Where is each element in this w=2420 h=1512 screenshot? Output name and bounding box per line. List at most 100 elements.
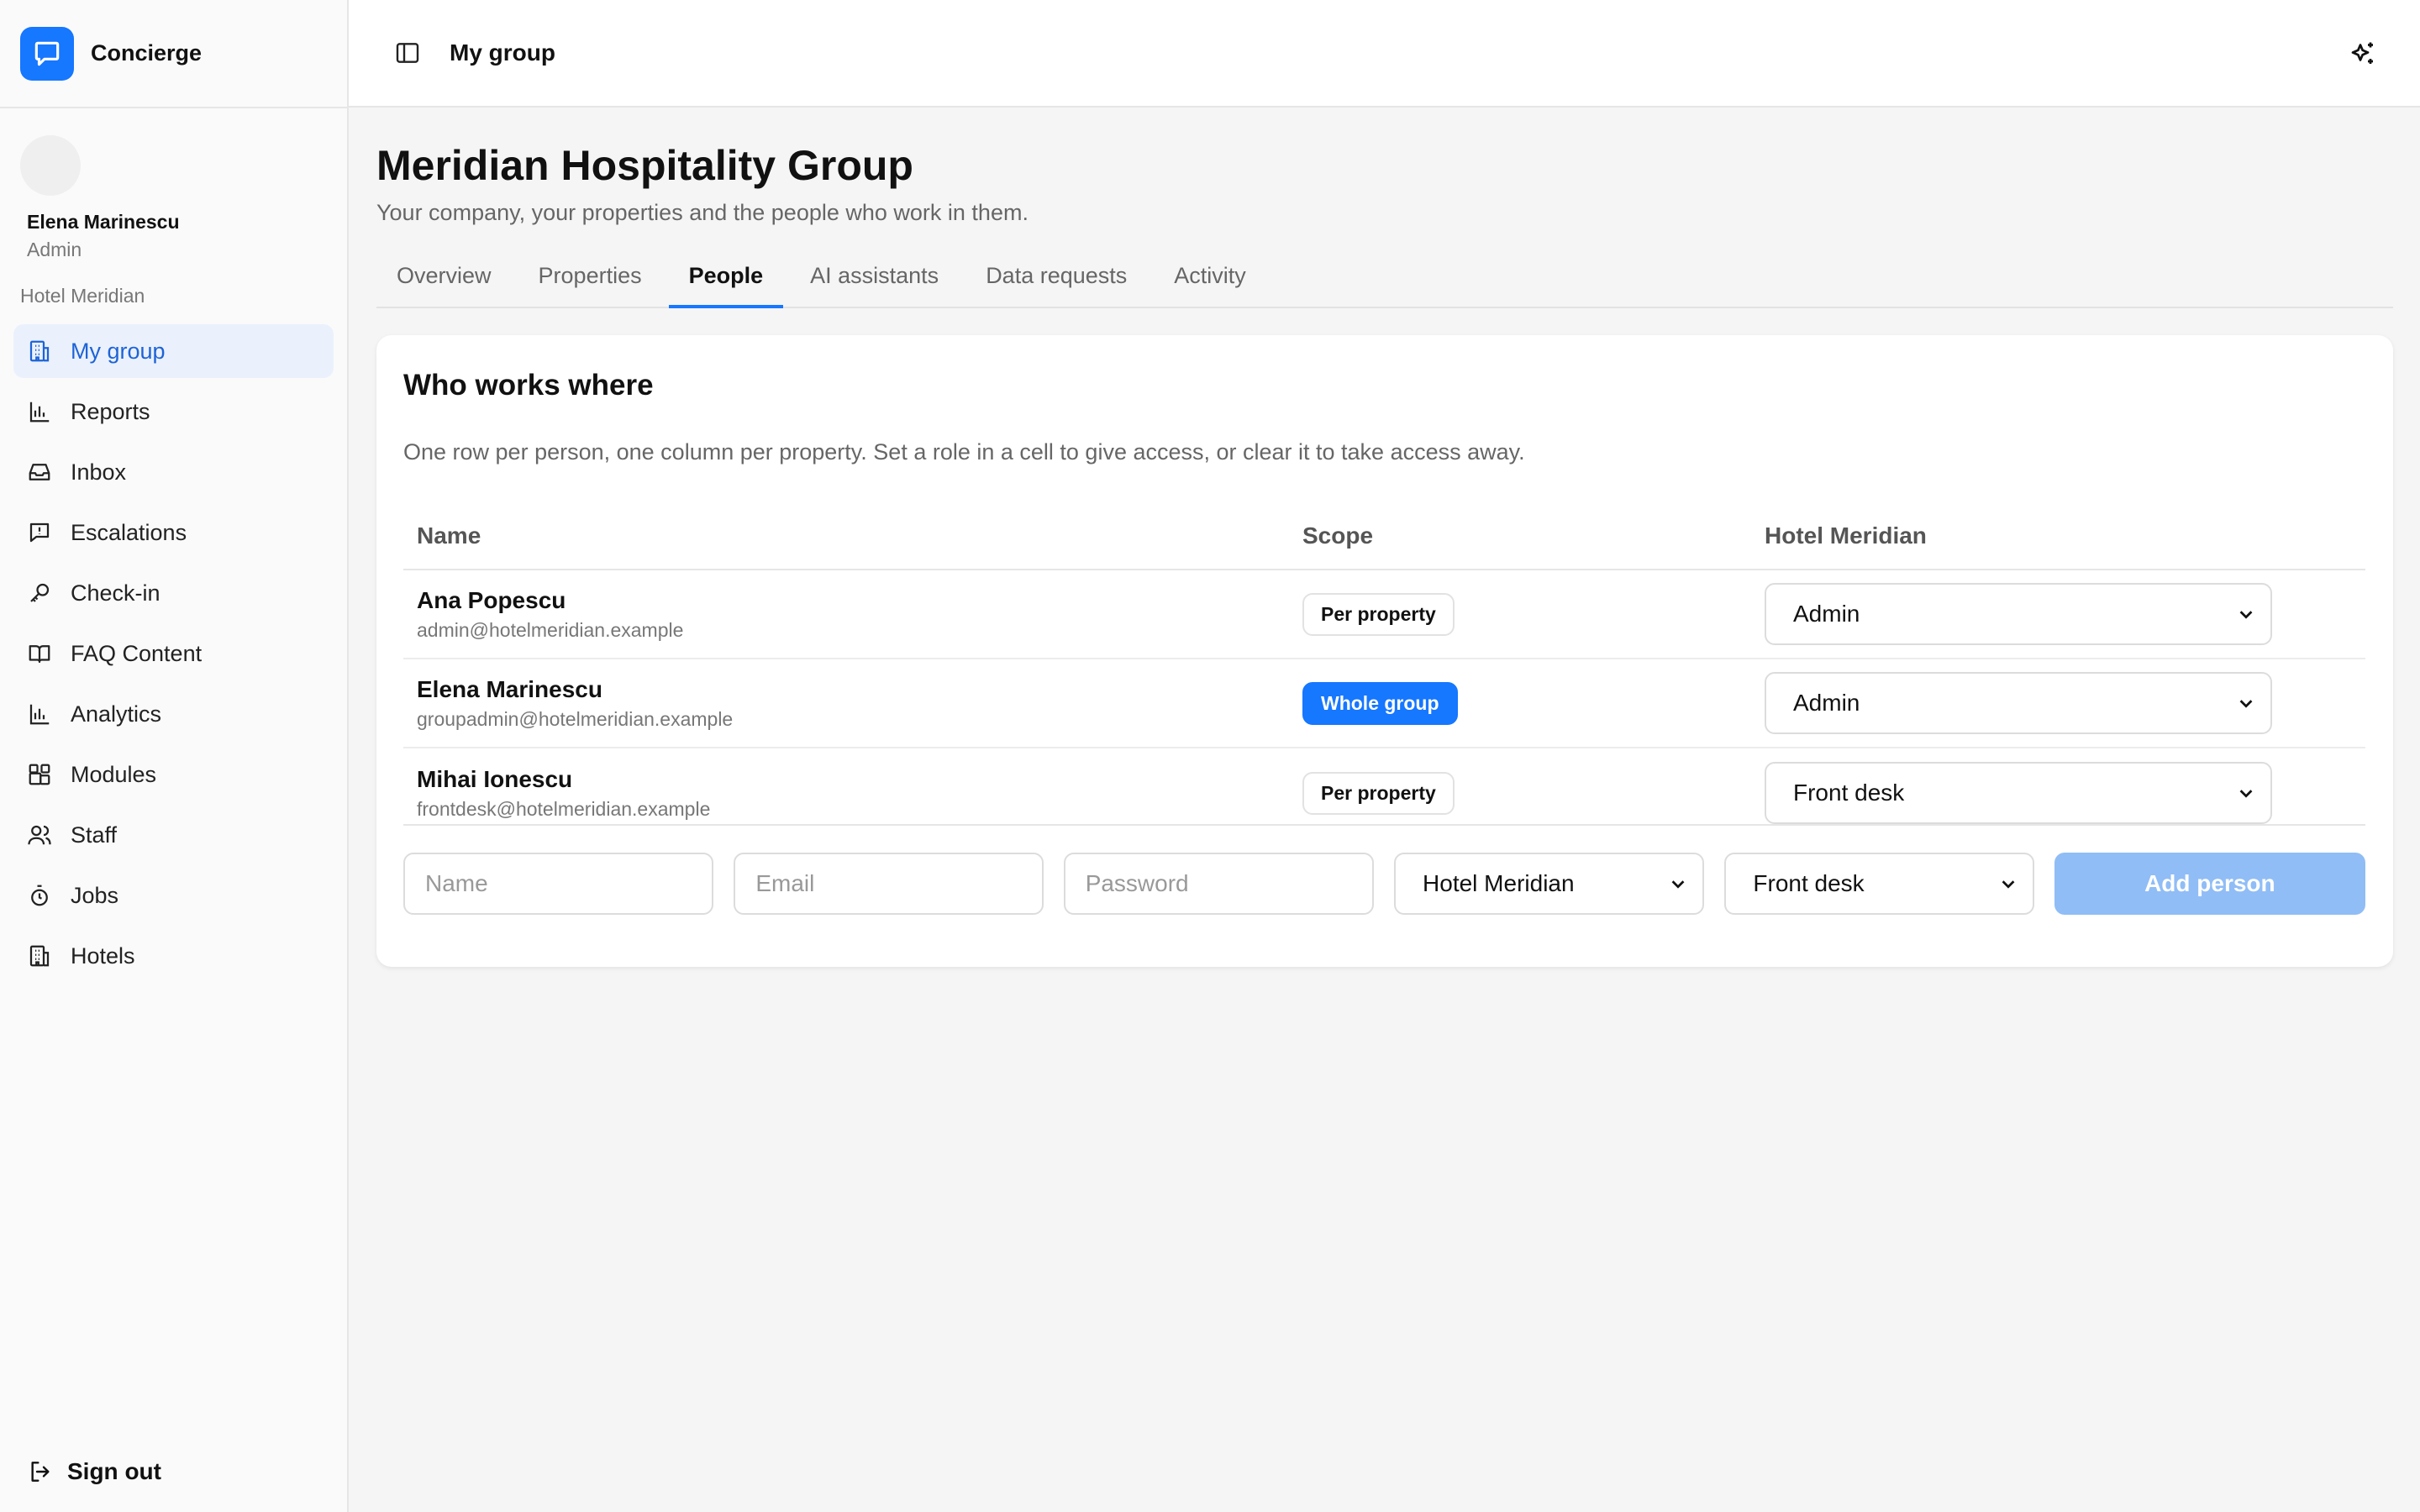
grid-plus-icon bbox=[27, 762, 52, 787]
password-input[interactable] bbox=[1085, 870, 1353, 897]
sidebar: Concierge Elena Marinescu Admin Hotel Me… bbox=[0, 0, 349, 1512]
sidebar-item-label: Inbox bbox=[71, 459, 127, 485]
inbox-icon bbox=[27, 459, 52, 485]
person-email: admin@hotelmeridian.example bbox=[417, 618, 684, 641]
alert-message-icon bbox=[27, 520, 52, 545]
key-icon bbox=[27, 580, 52, 606]
add-person-button[interactable]: Add person bbox=[2054, 853, 2365, 915]
chevron-down-icon bbox=[1672, 880, 1685, 889]
chevron-down-icon bbox=[2239, 611, 2253, 619]
sparkles-icon[interactable] bbox=[2348, 39, 2378, 69]
role-select[interactable]: Front desk bbox=[1724, 853, 2034, 915]
role-select-value: Front desk bbox=[1753, 870, 1865, 896]
sidebar-item-inbox[interactable]: Inbox bbox=[13, 445, 334, 499]
user-block: Elena Marinescu Admin Hotel Meridian bbox=[0, 108, 347, 307]
scope-cell: Per property bbox=[1302, 592, 1765, 636]
main-content: Meridian Hospitality Group Your company,… bbox=[376, 108, 2393, 967]
email-input[interactable] bbox=[755, 870, 1022, 897]
tab-people[interactable]: People bbox=[668, 255, 784, 308]
tab-overview[interactable]: Overview bbox=[376, 255, 512, 308]
sidebar-item-check-in[interactable]: Check-in bbox=[13, 566, 334, 620]
role-cell: Front desk bbox=[1765, 762, 2365, 824]
tab-properties[interactable]: Properties bbox=[518, 255, 662, 308]
chevron-down-icon bbox=[2239, 700, 2253, 708]
building-icon bbox=[27, 943, 52, 969]
header-title: My group bbox=[450, 39, 555, 66]
person-name: Mihai Ionescu bbox=[417, 765, 573, 792]
sidebar-nav: My group Reports Inbox Escalations Check… bbox=[0, 324, 347, 983]
page-subtitle: Your company, your properties and the pe… bbox=[376, 200, 1028, 225]
chat-bubble-icon bbox=[20, 26, 74, 81]
sidebar-item-escalations[interactable]: Escalations bbox=[13, 506, 334, 559]
tab-ai-assistants[interactable]: AI assistants bbox=[790, 255, 959, 308]
person-cell: Mihai Ionescu frontdesk@hotelmeridian.ex… bbox=[403, 766, 1302, 821]
property-select-value: Hotel Meridian bbox=[1423, 870, 1575, 896]
person-name: Elena Marinescu bbox=[417, 675, 602, 702]
table-row: Ana Popescu admin@hotelmeridian.example … bbox=[403, 570, 2365, 659]
add-person-form: Hotel Meridian Front desk Add person bbox=[403, 824, 2365, 915]
brand-name: Concierge bbox=[91, 40, 203, 66]
card-description: One row per person, one column per prope… bbox=[403, 439, 1525, 465]
scope-badge: Whole group bbox=[1302, 681, 1458, 725]
sign-out-button[interactable]: Sign out bbox=[27, 1458, 161, 1485]
role-select-value: Admin bbox=[1793, 601, 1860, 627]
password-field[interactable] bbox=[1063, 853, 1375, 915]
log-out-icon bbox=[31, 1462, 50, 1482]
scope-badge: Per property bbox=[1302, 592, 1455, 636]
people-table: Name Scope Hotel Meridian Ana Popescu ad… bbox=[403, 503, 2365, 837]
name-field[interactable] bbox=[403, 853, 714, 915]
page-title: Meridian Hospitality Group bbox=[376, 142, 913, 189]
person-cell: Ana Popescu admin@hotelmeridian.example bbox=[403, 587, 1302, 642]
name-input[interactable] bbox=[425, 870, 692, 897]
sidebar-item-modules[interactable]: Modules bbox=[13, 748, 334, 801]
sidebar-toggle-icon[interactable] bbox=[394, 39, 421, 66]
sidebar-item-my-group[interactable]: My group bbox=[13, 324, 334, 378]
user-name: Elena Marinescu bbox=[27, 211, 180, 233]
scope-badge: Per property bbox=[1302, 771, 1455, 815]
role-cell: Admin bbox=[1765, 672, 2365, 734]
role-select-value: Admin bbox=[1793, 690, 1860, 716]
user-role: Admin bbox=[27, 239, 82, 260]
sidebar-item-analytics[interactable]: Analytics bbox=[13, 687, 334, 741]
scope-cell: Whole group bbox=[1302, 681, 1765, 725]
sidebar-item-jobs[interactable]: Jobs bbox=[13, 869, 334, 922]
column-header-property: Hotel Meridian bbox=[1765, 522, 1927, 549]
person-name: Ana Popescu bbox=[417, 586, 566, 613]
sidebar-item-label: Staff bbox=[71, 822, 118, 848]
person-cell: Elena Marinescu groupadmin@hotelmeridian… bbox=[403, 676, 1302, 731]
tab-activity[interactable]: Activity bbox=[1154, 255, 1266, 308]
brand: Concierge bbox=[0, 0, 347, 108]
sign-out-label: Sign out bbox=[67, 1458, 161, 1484]
user-hotel: Hotel Meridian bbox=[20, 285, 145, 307]
sidebar-item-faq-content[interactable]: FAQ Content bbox=[13, 627, 334, 680]
sidebar-item-reports[interactable]: Reports bbox=[13, 385, 334, 438]
top-header: My group bbox=[349, 0, 2420, 108]
people-card: Who works where One row per person, one … bbox=[376, 335, 2393, 967]
sidebar-item-label: Escalations bbox=[71, 519, 187, 545]
scope-cell: Per property bbox=[1302, 771, 1765, 815]
sidebar-item-staff[interactable]: Staff bbox=[13, 808, 334, 862]
sidebar-item-label: Hotels bbox=[71, 942, 135, 969]
building-icon bbox=[27, 339, 52, 364]
column-header-name: Name bbox=[417, 522, 481, 549]
role-select[interactable]: Admin bbox=[1765, 672, 2272, 734]
book-icon bbox=[27, 641, 52, 666]
sidebar-item-label: Modules bbox=[71, 761, 157, 787]
email-field[interactable] bbox=[734, 853, 1044, 915]
sidebar-item-hotels[interactable]: Hotels bbox=[13, 929, 334, 983]
table-header: Name Scope Hotel Meridian bbox=[403, 503, 2365, 570]
role-cell: Admin bbox=[1765, 583, 2365, 645]
tab-bar: Overview Properties People AI assistants… bbox=[376, 255, 2393, 308]
column-header-scope: Scope bbox=[1302, 522, 1374, 549]
card-title: Who works where bbox=[403, 369, 654, 402]
bar-chart-icon bbox=[27, 399, 52, 424]
bar-chart-icon bbox=[27, 701, 52, 727]
role-select[interactable]: Front desk bbox=[1765, 762, 2272, 824]
sidebar-item-label: Reports bbox=[71, 398, 150, 424]
tab-data-requests[interactable]: Data requests bbox=[965, 255, 1147, 308]
timer-icon bbox=[27, 883, 52, 908]
role-select[interactable]: Admin bbox=[1765, 583, 2272, 645]
property-select[interactable]: Hotel Meridian bbox=[1394, 853, 1705, 915]
chevron-down-icon bbox=[2002, 880, 2015, 889]
sidebar-item-label: Check-in bbox=[71, 580, 160, 606]
